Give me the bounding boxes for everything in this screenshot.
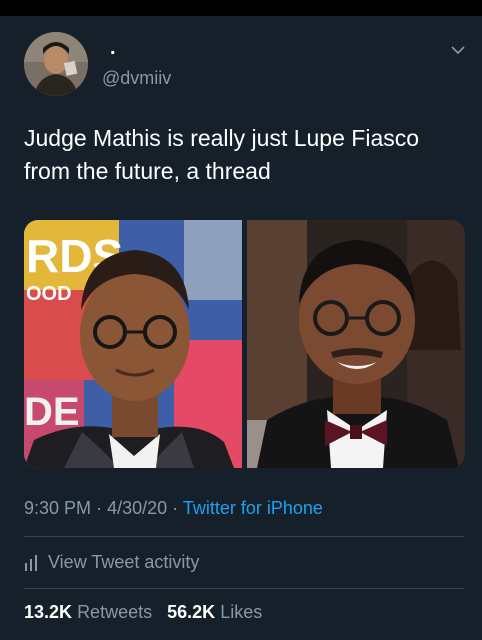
- chevron-down-icon[interactable]: [450, 44, 466, 56]
- tweet-time: 9:30 PM: [24, 498, 92, 518]
- bar-chart-icon: [25, 554, 37, 571]
- retweets-count: 13.2K: [24, 602, 73, 622]
- meta-separator: ·: [96, 498, 103, 518]
- likes-count: 56.2K: [167, 602, 216, 622]
- tweet-source-link[interactable]: Twitter for iPhone: [183, 498, 323, 518]
- banner-bottom-text: DE: [24, 390, 80, 434]
- avatar-image: [24, 32, 88, 96]
- divider: [24, 536, 464, 537]
- tweet-photo-right[interactable]: [247, 220, 465, 468]
- display-name[interactable]: .: [110, 38, 116, 58]
- tweet-date: 4/30/20: [107, 498, 168, 518]
- likes-label: Likes: [220, 602, 263, 622]
- tweet-text: Judge Mathis is really just Lupe Fiasco …: [24, 125, 420, 184]
- banner-sub-text: OOD: [26, 283, 72, 305]
- status-bar: [0, 0, 482, 16]
- tweet-photo-left[interactable]: RDS OOD DE: [24, 220, 242, 468]
- tweet-media: RDS OOD DE: [24, 220, 465, 468]
- view-tweet-activity-label: View Tweet activity: [48, 552, 200, 572]
- tweet-stats: 13.2K Retweets 56.2K Likes: [24, 602, 262, 623]
- retweets-stat[interactable]: 13.2K Retweets: [24, 602, 152, 622]
- likes-stat[interactable]: 56.2K Likes: [167, 602, 262, 622]
- avatar[interactable]: [24, 32, 88, 96]
- divider: [24, 588, 464, 589]
- tweet-meta: 9:30 PM · 4/30/20 · Twitter for iPhone: [24, 498, 323, 519]
- user-handle[interactable]: @dvmiiv: [102, 68, 171, 89]
- meta-separator: ·: [172, 498, 179, 518]
- retweets-label: Retweets: [77, 602, 153, 622]
- view-tweet-activity-button[interactable]: View Tweet activity: [24, 552, 199, 573]
